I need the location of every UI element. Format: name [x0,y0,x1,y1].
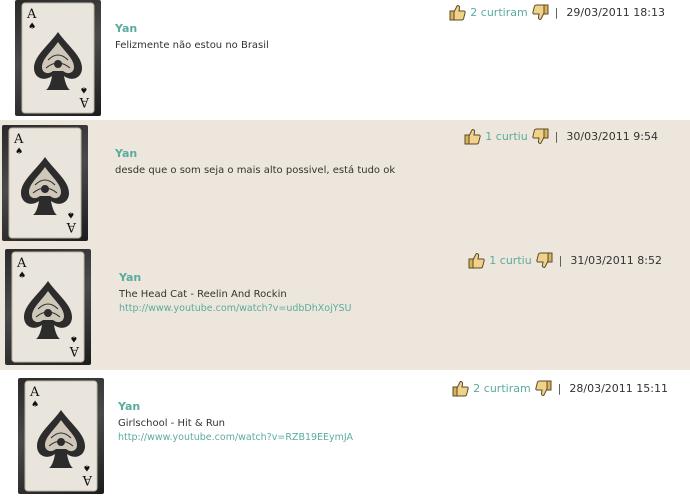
avatar[interactable] [2,125,88,241]
like-count[interactable]: 2 curtiram [473,382,530,395]
comment-meta: 1 curtiu | 30/03/2011 9:54 [464,127,658,145]
comment-item: 1 curtiu | 30/03/2011 9:54 Yan desde que… [0,120,690,244]
comment-text: desde que o som seja o mais alto possive… [115,165,396,176]
like-count[interactable]: 1 curtiu [485,130,527,143]
avatar[interactable] [5,249,91,365]
comment-text: Girlschool - Hit & Run [118,418,225,429]
comment-text: The Head Cat - Reelin And Rockin [119,289,287,300]
thumbs-down-icon[interactable] [532,4,549,21]
thumbs-up-icon[interactable] [449,4,466,21]
comment-date: 29/03/2011 18:13 [566,5,665,19]
comment-date: 31/03/2011 8:52 [570,253,662,267]
divider: | [558,253,563,267]
comment-body: desde que o som seja o mais alto possive… [115,164,395,178]
avatar[interactable] [15,0,101,116]
youtube-link[interactable]: http://www.youtube.com/watch?v=udbDhXojY… [119,302,352,316]
divider: | [557,381,562,395]
thumbs-down-icon[interactable] [536,252,553,269]
comment-item: 2 curtiram | 28/03/2011 15:11 Yan Girlsc… [0,372,690,497]
thumbs-down-icon[interactable] [535,380,552,397]
comment-text: Felizmente não estou no Brasil [115,40,269,51]
divider: | [554,5,559,19]
comment-date: 30/03/2011 9:54 [566,129,658,143]
comment-item: 2 curtiram | 29/03/2011 18:13 Yan Felizm… [0,0,690,118]
author-name[interactable]: Yan [115,147,137,160]
comment-body: Felizmente não estou no Brasil [115,39,269,53]
comment-meta: 2 curtiram | 29/03/2011 18:13 [449,3,665,21]
ace-of-spades-card [15,0,101,116]
comment-date: 28/03/2011 15:11 [569,381,668,395]
comment-body: The Head Cat - Reelin And Rockin http://… [119,288,352,316]
thumbs-up-icon[interactable] [452,380,469,397]
like-count[interactable]: 1 curtiu [489,254,531,267]
author-name[interactable]: Yan [115,22,137,35]
ace-of-spades-card [5,249,91,365]
thumbs-down-icon[interactable] [532,128,549,145]
author-name[interactable]: Yan [119,271,141,284]
thumbs-up-icon[interactable] [464,128,481,145]
comment-meta: 1 curtiu | 31/03/2011 8:52 [468,251,662,269]
ace-of-spades-card [2,125,88,241]
ace-of-spades-card [18,378,104,494]
comment-body: Girlschool - Hit & Run http://www.youtub… [118,417,353,445]
author-name[interactable]: Yan [118,400,140,413]
divider: | [554,129,559,143]
comment-meta: 2 curtiram | 28/03/2011 15:11 [452,379,668,397]
like-count[interactable]: 2 curtiram [470,6,527,19]
comment-item: 1 curtiu | 31/03/2011 8:52 Yan The Head … [0,244,690,370]
thumbs-up-icon[interactable] [468,252,485,269]
comment-feed: 2 curtiram | 29/03/2011 18:13 Yan Felizm… [0,0,690,497]
avatar[interactable] [18,378,104,494]
youtube-link[interactable]: http://www.youtube.com/watch?v=RZB19EEym… [118,431,353,445]
